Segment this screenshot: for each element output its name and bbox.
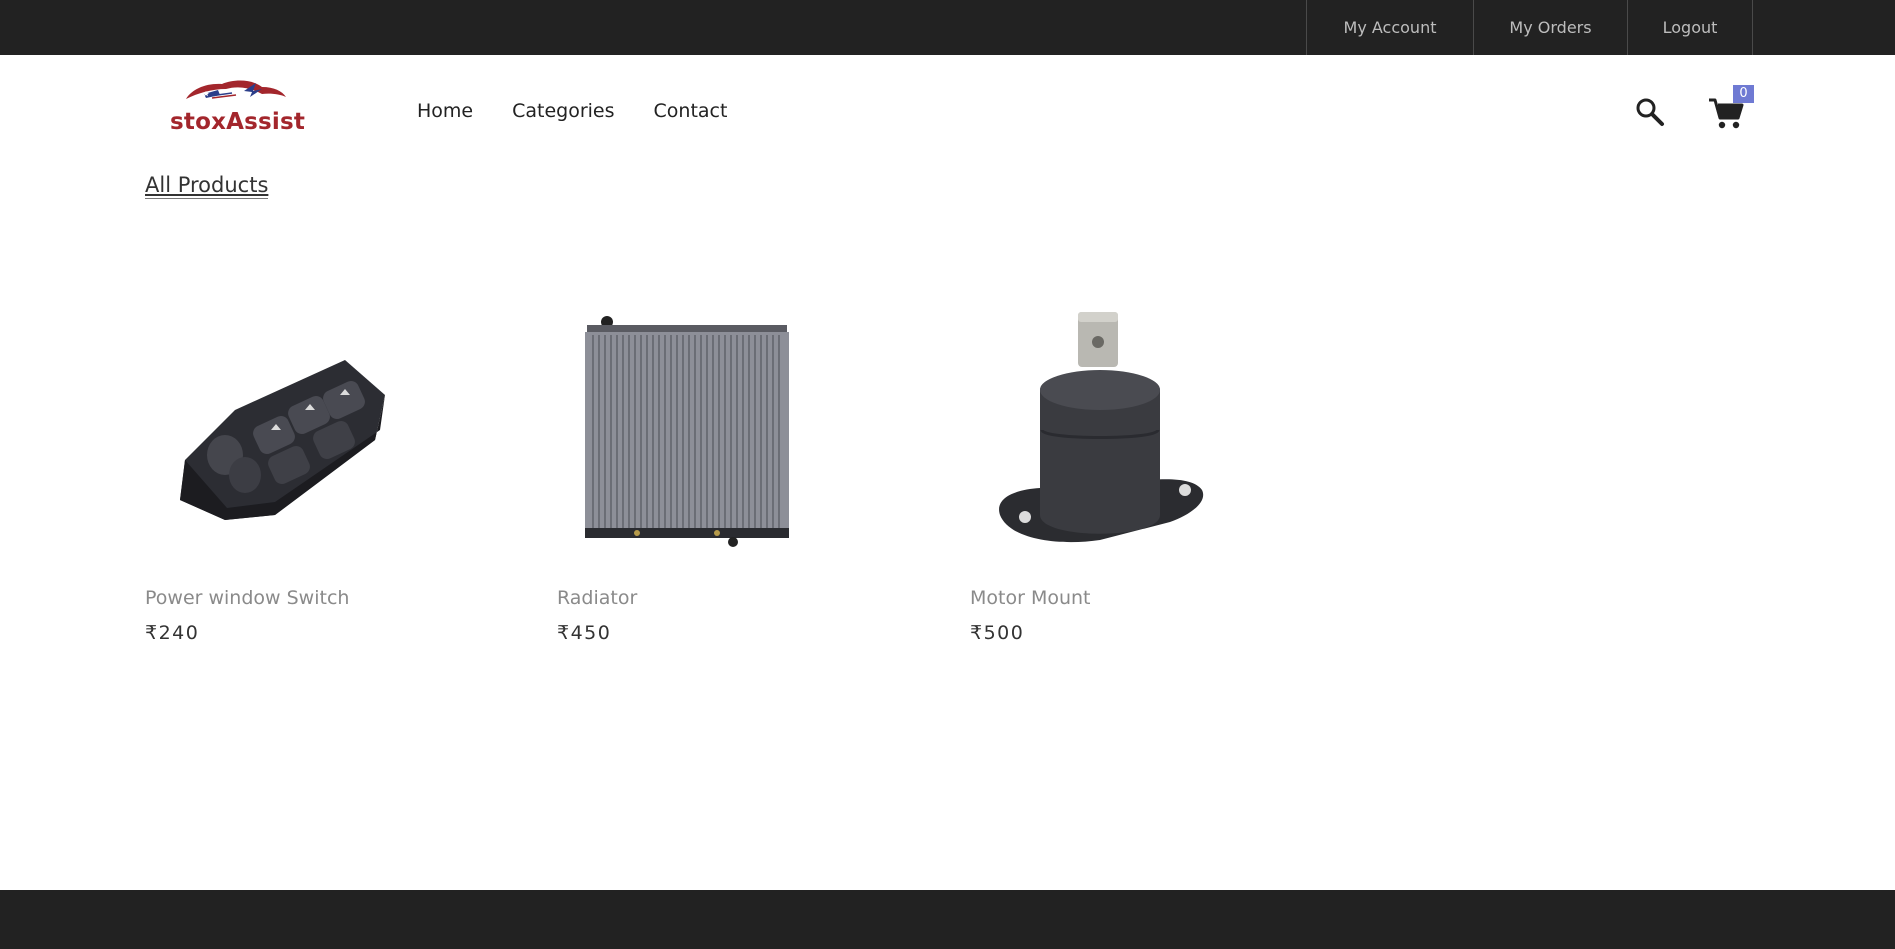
product-price: ₹240 [145, 622, 200, 644]
brand-logo[interactable]: stoxAssist [168, 77, 305, 137]
power-window-switch-image [145, 290, 405, 570]
product-card[interactable]: Radiator ₹450 [557, 290, 857, 644]
motor-mount-image [970, 290, 1230, 570]
site-header: stoxAssist Home Categories Contact 0 [0, 55, 1895, 165]
product-name[interactable]: Power window Switch [145, 587, 349, 609]
nav-home[interactable]: Home [417, 100, 473, 122]
search-icon [1636, 98, 1664, 126]
product-card[interactable]: Motor Mount ₹500 [970, 290, 1270, 644]
car-logo-icon [186, 80, 286, 99]
radiator-image [557, 290, 817, 570]
product-name[interactable]: Radiator [557, 587, 637, 609]
brand-name: stoxAssist [170, 109, 306, 135]
nav-categories[interactable]: Categories [512, 100, 614, 122]
logout-link[interactable]: Logout [1627, 0, 1753, 55]
product-name[interactable]: Motor Mount [970, 587, 1091, 609]
account-links: My Account My Orders Logout [1306, 0, 1753, 55]
top-utility-bar: My Account My Orders Logout [0, 0, 1895, 55]
product-card[interactable]: Power window Switch ₹240 [145, 290, 445, 644]
nav-contact[interactable]: Contact [654, 100, 728, 122]
my-orders-link[interactable]: My Orders [1473, 0, 1627, 55]
main-nav: Home Categories Contact [417, 100, 727, 122]
all-products-link[interactable]: All Products [145, 173, 269, 199]
product-price: ₹500 [970, 622, 1025, 644]
search-button[interactable] [1634, 96, 1666, 128]
cart-count-badge: 0 [1733, 85, 1754, 103]
my-account-link[interactable]: My Account [1306, 0, 1473, 55]
product-price: ₹450 [557, 622, 612, 644]
site-footer [0, 890, 1895, 949]
